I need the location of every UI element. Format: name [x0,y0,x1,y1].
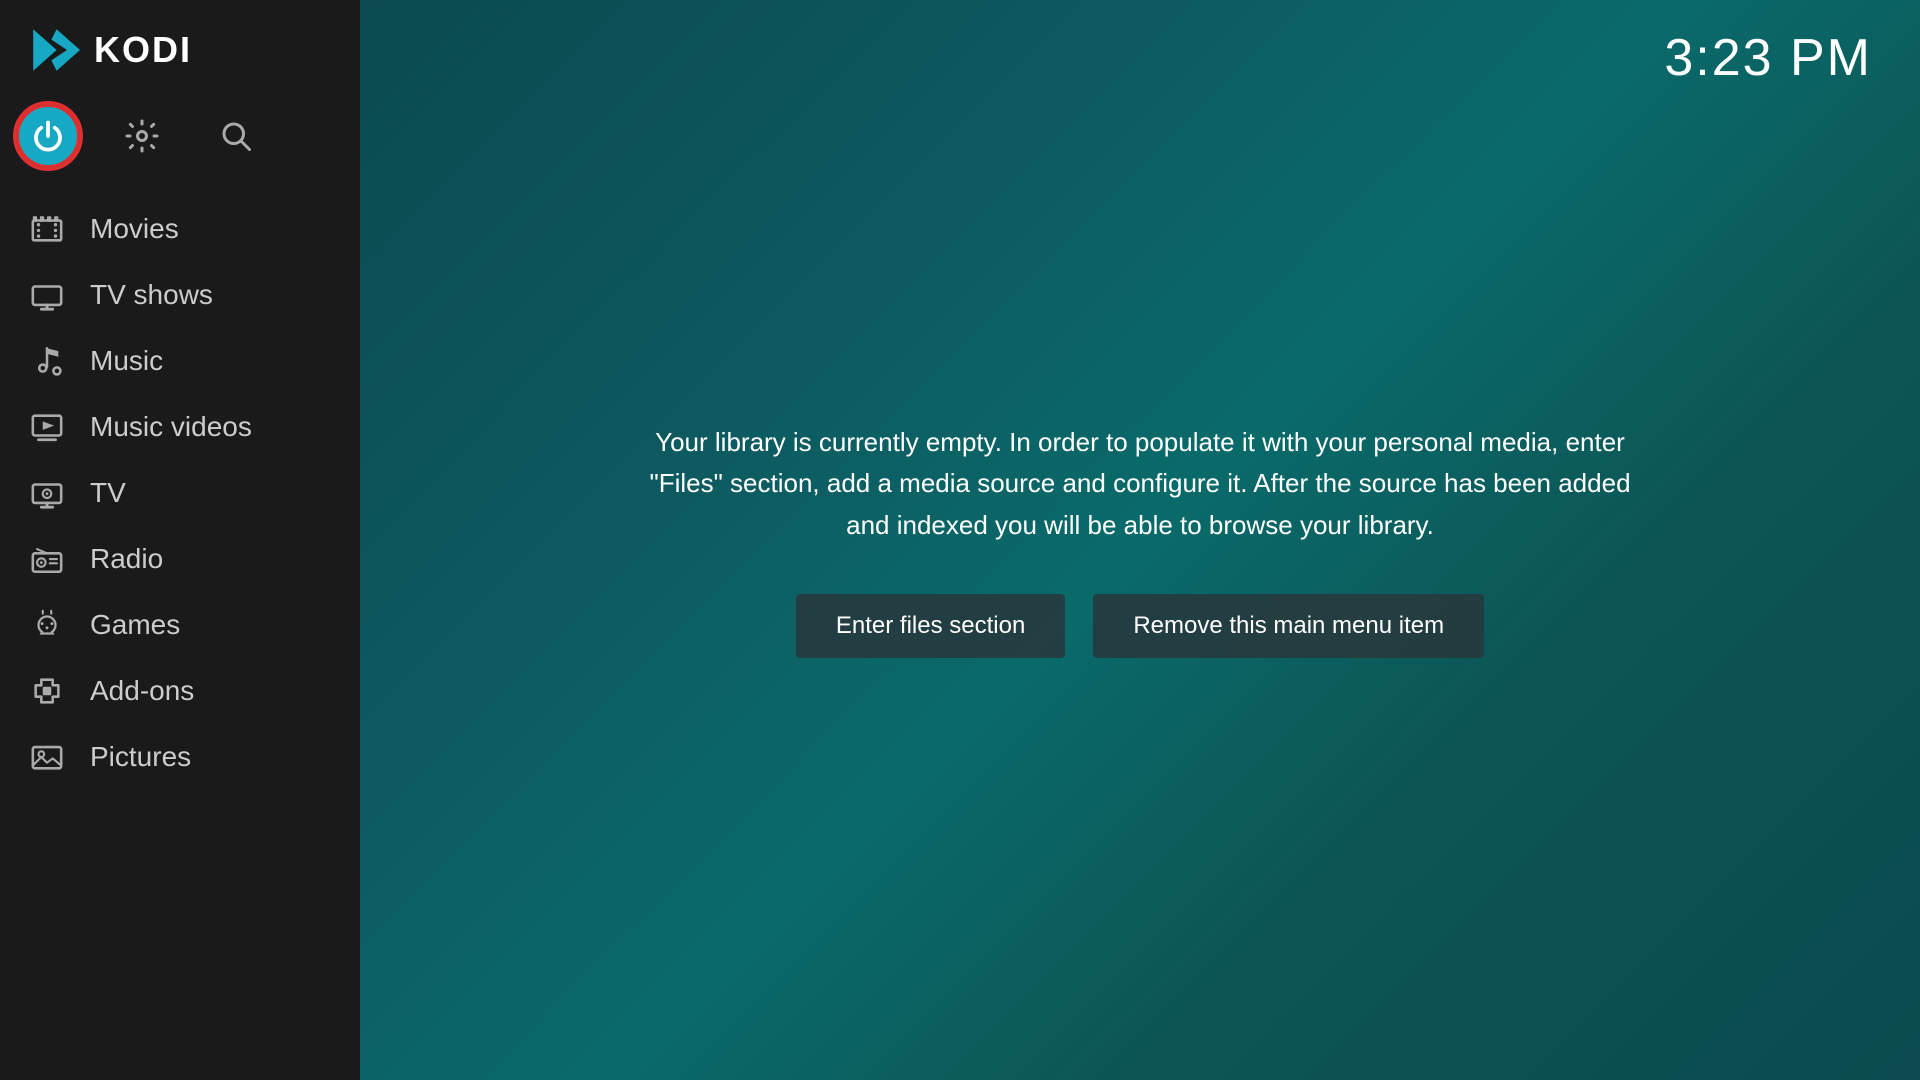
livetv-icon [28,474,66,512]
sidebar-item-tvshows[interactable]: TV shows [0,262,360,328]
sidebar-item-tv[interactable]: TV [0,460,360,526]
sidebar-item-tvshows-label: TV shows [90,279,213,311]
sidebar-item-radio[interactable]: Radio [0,526,360,592]
kodi-logo-icon [28,24,80,76]
settings-button[interactable] [110,104,174,168]
app-header: KODI [0,0,360,96]
power-button[interactable] [16,104,80,168]
sidebar-item-movies[interactable]: Movies [0,196,360,262]
sidebar-item-tv-label: TV [90,477,126,509]
search-button[interactable] [204,104,268,168]
remove-menu-item-button[interactable]: Remove this main menu item [1093,594,1484,658]
main-content: 3:23 PM Your library is currently empty.… [360,0,1920,1080]
pictures-icon [28,738,66,776]
sidebar-item-music[interactable]: Music [0,328,360,394]
addons-icon [28,672,66,710]
games-icon [28,606,66,644]
system-clock: 3:23 PM [1664,28,1872,88]
sidebar-item-games[interactable]: Games [0,592,360,658]
sidebar-item-musicvideos-label: Music videos [90,411,252,443]
enter-files-button[interactable]: Enter files section [796,594,1065,658]
sidebar-item-pictures[interactable]: Pictures [0,724,360,790]
musicvideos-icon [28,408,66,446]
sidebar-item-movies-label: Movies [90,213,179,245]
empty-library-message: Your library is currently empty. In orde… [640,422,1640,547]
sidebar-item-games-label: Games [90,609,180,641]
app-title: KODI [94,29,192,71]
sidebar-item-musicvideos[interactable]: Music videos [0,394,360,460]
movies-icon [28,210,66,248]
radio-icon [28,540,66,578]
sidebar-item-pictures-label: Pictures [90,741,191,773]
sidebar: KODI [0,0,360,1080]
music-icon [28,342,66,380]
top-icon-bar [0,96,360,188]
sidebar-item-music-label: Music [90,345,163,377]
content-area: Your library is currently empty. In orde… [360,0,1920,1080]
sidebar-item-radio-label: Radio [90,543,163,575]
sidebar-item-addons[interactable]: Add-ons [0,658,360,724]
tvshows-icon [28,276,66,314]
sidebar-item-addons-label: Add-ons [90,675,194,707]
action-buttons: Enter files section Remove this main men… [796,594,1484,658]
nav-menu: Movies TV shows [0,188,360,1080]
